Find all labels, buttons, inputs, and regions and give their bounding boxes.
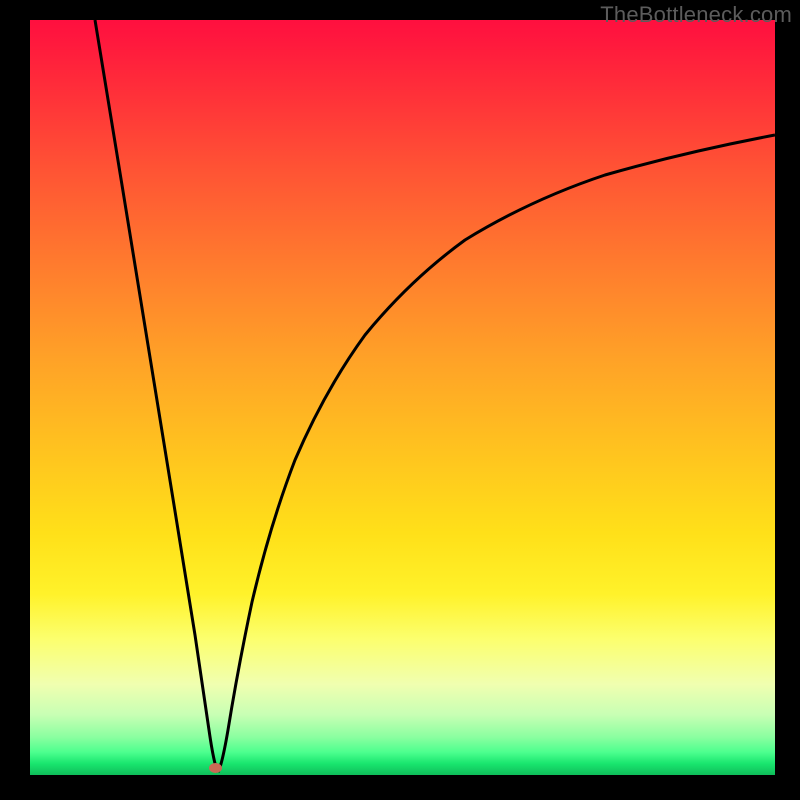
curve-left-branch	[95, 20, 218, 772]
curve-right-branch	[218, 135, 775, 772]
chart-frame: TheBottleneck.com	[0, 0, 800, 800]
bottleneck-curve	[30, 20, 775, 775]
min-point-marker	[209, 763, 222, 773]
plot-area	[30, 20, 775, 775]
watermark-text: TheBottleneck.com	[600, 2, 792, 28]
